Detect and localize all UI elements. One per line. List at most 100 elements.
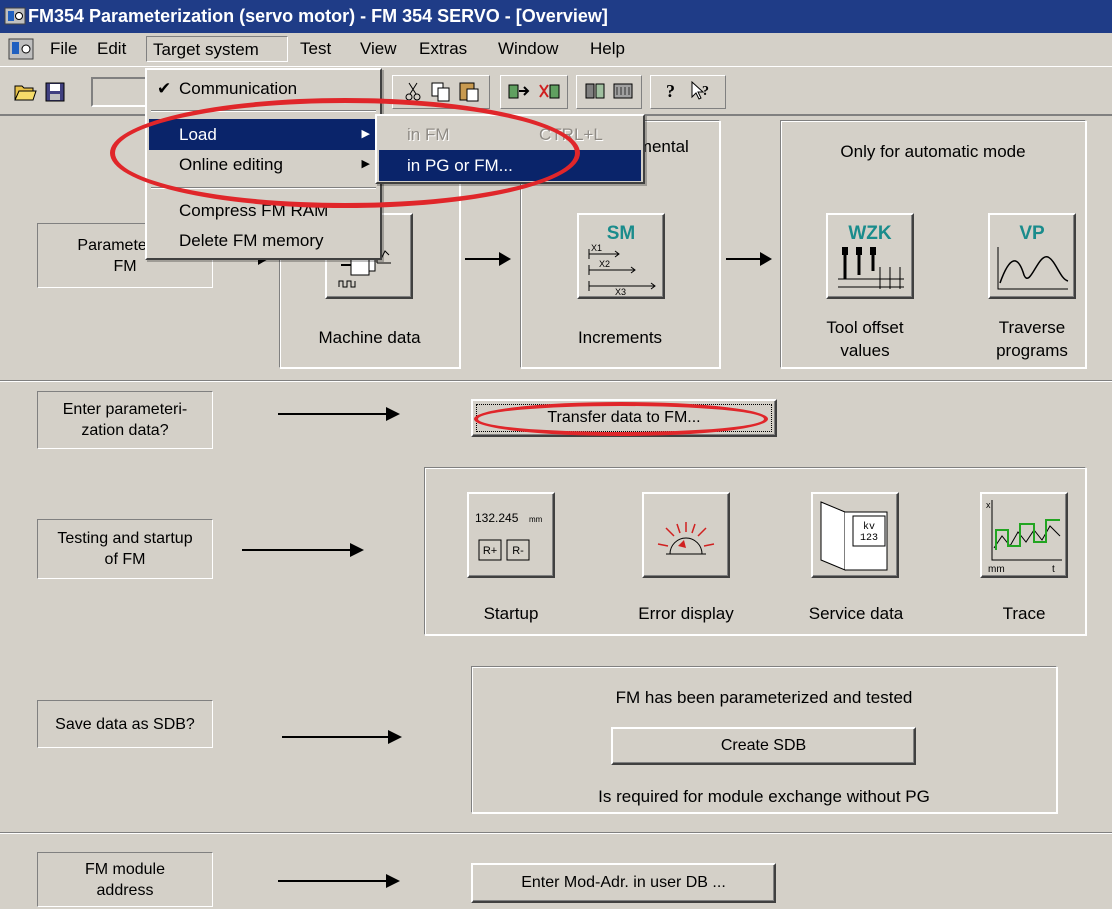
trace-button[interactable]: x mm t: [980, 492, 1068, 578]
testing-startup-label: Testing and startup of FM: [37, 519, 213, 579]
error-display-button[interactable]: [642, 492, 730, 578]
menu-item-communication[interactable]: ✔ Communication: [149, 73, 378, 104]
online-editing-label: Online editing: [179, 155, 283, 174]
arrow-right-icon: [278, 874, 400, 888]
warning-light-icon: [657, 522, 715, 555]
save-icon[interactable]: [42, 77, 68, 105]
increments-icon: SM X1 X2 X3: [588, 223, 656, 295]
menu-item-delete[interactable]: Delete FM memory: [149, 225, 378, 256]
download-icon[interactable]: [536, 77, 562, 105]
target-system-menu: ✔ Communication Load ▶ Online editing ▶ …: [145, 68, 382, 260]
in-fm-label: in FM: [407, 125, 450, 144]
startup-value: 132.245: [475, 511, 519, 525]
tool-offset-button[interactable]: WZK: [826, 213, 914, 299]
help-icon[interactable]: ?: [658, 77, 684, 105]
arrow-right-icon: [242, 543, 364, 557]
title-bar: FM354 Parameterization (servo motor) - F…: [0, 0, 1112, 33]
arrow-right-icon: [278, 407, 400, 421]
compress-label: Compress FM RAM: [179, 201, 329, 220]
increments-icon-label: SM: [607, 223, 636, 244]
startup-button[interactable]: 132.245 mm R+ R-: [467, 492, 555, 578]
service-data-caption: Service data: [808, 604, 904, 623]
traverse-icon-label: VP: [1019, 223, 1045, 244]
module-icon[interactable]: [610, 77, 636, 105]
in-pg-or-fm-label: in PG or FM...: [407, 156, 513, 175]
submenu-arrow-icon: ▶: [361, 128, 370, 140]
trace-caption: Trace: [1002, 604, 1046, 623]
menu-extras[interactable]: Extras: [413, 36, 473, 62]
increments-row-2: X2: [599, 259, 610, 269]
service-data-icon: kv 123: [820, 501, 888, 571]
load-submenu: in FM CTRL+L in PG or FM...: [375, 114, 645, 184]
machine-data-caption: Machine data: [318, 328, 421, 347]
communication-label: Communication: [179, 79, 298, 98]
menu-separator: [151, 187, 376, 189]
tool-offset-icon-label: WZK: [848, 223, 892, 244]
open-icon[interactable]: [12, 77, 38, 105]
menu-view[interactable]: View: [354, 36, 403, 62]
transfer-data-button[interactable]: Transfer data to FM...: [471, 399, 777, 437]
arrow-right-icon: [726, 252, 772, 266]
svg-text:?: ?: [702, 84, 709, 99]
in-fm-shortcut: CTRL+L: [539, 125, 603, 144]
module-address-label: FM module address: [37, 852, 213, 907]
load-label: Load: [179, 125, 217, 144]
menu-file[interactable]: File: [44, 36, 83, 62]
menu-item-online-editing[interactable]: Online editing ▶: [149, 149, 378, 180]
trace-x: x: [986, 500, 991, 510]
copy-icon[interactable]: [428, 77, 454, 105]
submenu-arrow-icon: ▶: [361, 158, 370, 170]
enter-param-label: Enter parameteri- zation data?: [37, 391, 213, 449]
sdb-note: Is required for module exchange without …: [598, 787, 930, 806]
increments-row-3: X3: [615, 287, 626, 295]
menu-help[interactable]: Help: [584, 36, 631, 62]
document-icon[interactable]: [8, 37, 34, 61]
upload-icon[interactable]: [506, 77, 532, 105]
window-title: FM354 Parameterization (servo motor) - F…: [28, 6, 608, 26]
traverse-programs-button[interactable]: VP: [988, 213, 1076, 299]
context-help-icon[interactable]: ?: [688, 77, 714, 105]
app-icon: [4, 7, 26, 25]
traverse-programs-icon: VP: [997, 223, 1069, 290]
startup-minus: R-: [512, 545, 524, 557]
startup-icon: 132.245 mm R+ R-: [475, 511, 543, 561]
compare-icon[interactable]: [582, 77, 608, 105]
menu-test[interactable]: Test: [294, 36, 337, 62]
delete-label: Delete FM memory: [179, 231, 324, 250]
menu-item-in-pg-or-fm[interactable]: in PG or FM...: [379, 150, 641, 181]
trace-mm: mm: [988, 564, 1005, 574]
increments-row-1: X1: [591, 243, 602, 253]
tool-offset-icon: WZK: [838, 223, 904, 289]
menu-window[interactable]: Window: [492, 36, 564, 62]
menu-item-in-fm[interactable]: in FM CTRL+L: [379, 119, 641, 150]
startup-caption: Startup: [483, 604, 539, 623]
sdb-header: FM has been parameterized and tested: [615, 688, 913, 707]
arrow-right-icon: [282, 730, 402, 744]
menu-edit[interactable]: Edit: [91, 36, 132, 62]
menu-bar: File Edit Target system Test View Extras…: [0, 33, 1112, 65]
menu-target-system[interactable]: Target system: [146, 36, 288, 62]
menu-item-load[interactable]: Load ▶: [149, 119, 378, 150]
arrow-right-icon: [465, 252, 511, 266]
menu-separator: [151, 110, 376, 112]
trace-t: t: [1052, 564, 1055, 574]
paste-icon[interactable]: [456, 77, 482, 105]
menu-item-compress[interactable]: Compress FM RAM: [149, 195, 378, 226]
increments-button[interactable]: SM X1 X2 X3: [577, 213, 665, 299]
toolbar-field: [91, 77, 151, 107]
startup-unit: mm: [529, 515, 543, 524]
startup-plus: R+: [483, 545, 497, 557]
svg-text:?: ?: [666, 81, 675, 101]
increments-caption: Increments: [577, 328, 663, 347]
traverse-programs-caption: Traverse programs: [996, 318, 1068, 360]
divider: [0, 832, 1112, 834]
service-data-button[interactable]: kv 123: [811, 492, 899, 578]
cut-icon[interactable]: [400, 77, 426, 105]
enter-mod-adr-button[interactable]: Enter Mod-Adr. in user DB ...: [471, 863, 776, 903]
create-sdb-button[interactable]: Create SDB: [611, 727, 916, 765]
save-sdb-label: Save data as SDB?: [37, 700, 213, 748]
automatic-mode-header: Only for automatic mode: [840, 142, 1026, 161]
trace-icon: x mm t: [986, 500, 1062, 574]
error-display-caption: Error display: [638, 604, 734, 623]
divider: [0, 380, 1112, 382]
